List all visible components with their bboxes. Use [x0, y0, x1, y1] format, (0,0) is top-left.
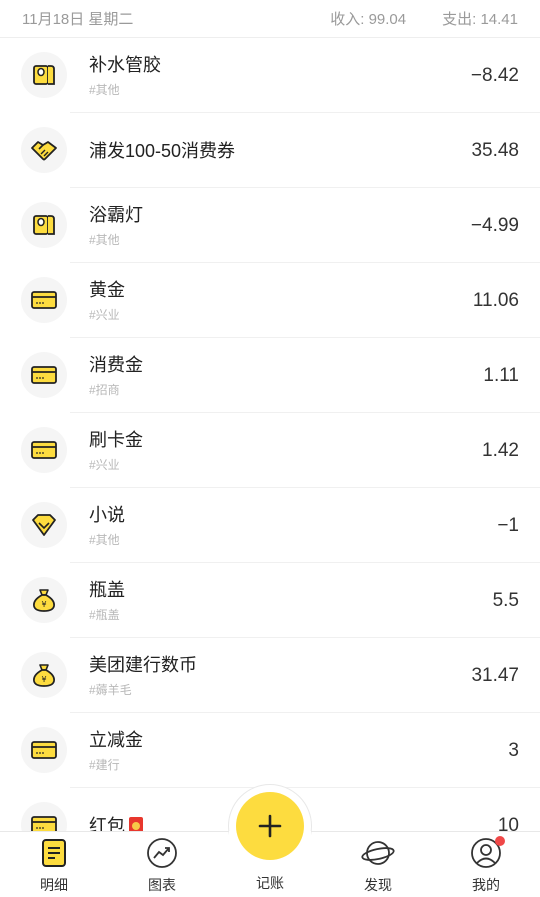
record-row[interactable]: 消费金 #招商 1.11 [0, 338, 540, 413]
record-amount: 11.06 [472, 289, 519, 311]
tab-mine[interactable]: 我的 [432, 832, 540, 897]
record-name: 黄金 [89, 280, 125, 300]
record-amount: 1.11 [483, 364, 519, 386]
expense-label: 支出: [442, 11, 477, 28]
card-icon [21, 352, 67, 398]
card-icon [21, 277, 67, 323]
tab-charts[interactable]: 图表 [108, 832, 216, 897]
record-row[interactable]: 浴霸灯 #其他 −4.99 [0, 188, 540, 263]
record-row[interactable]: ¥ 美团建行数币 #薅羊毛 31.47 [0, 638, 540, 713]
record-amount: 35.48 [471, 139, 519, 161]
expense-summary: 支出: 14.41 [442, 8, 518, 29]
record-name: 立减金 [89, 730, 143, 750]
toilet-paper-icon [21, 52, 67, 98]
document-list-icon [37, 836, 71, 870]
record-name: 刷卡金 [89, 430, 143, 450]
record-tag: #兴业 [89, 458, 120, 472]
notification-dot [495, 836, 505, 846]
tab-label: 我的 [472, 877, 500, 893]
record-name: 瓶盖 [89, 580, 125, 600]
add-record-button[interactable] [236, 792, 304, 860]
record-name: 美团建行数币 [89, 655, 197, 675]
toilet-paper-icon [21, 202, 67, 248]
handshake-icon [21, 127, 67, 173]
record-name: 浴霸灯 [89, 205, 143, 225]
record-amount: 3 [508, 739, 519, 761]
money-bag-icon: ¥ [21, 577, 67, 623]
record-row[interactable]: ¥ 瓶盖 #瓶盖 5.5 [0, 563, 540, 638]
record-tag: #其他 [89, 533, 120, 547]
record-list: 补水管胶 #其他 −8.42 浦发100-50消费券 35.48 浴霸灯 #其他… [0, 38, 540, 863]
record-amount: −4.99 [470, 214, 519, 236]
record-name: 小说 [89, 505, 125, 525]
record-tag: #招商 [89, 383, 120, 397]
record-tag: #薅羊毛 [89, 683, 132, 697]
svg-text:¥: ¥ [41, 675, 46, 684]
record-name: 补水管胶 [89, 55, 161, 75]
tab-details[interactable]: 明细 [0, 832, 108, 897]
date-label: 11月18日 星期二 [22, 11, 134, 28]
record-amount: −8.42 [470, 64, 519, 86]
svg-text:¥: ¥ [41, 600, 46, 609]
add-record-label: 记账 [256, 875, 284, 891]
record-name: 消费金 [89, 355, 143, 375]
tab-discover[interactable]: 发现 [324, 832, 432, 897]
record-amount: 5.5 [492, 589, 519, 611]
record-tag: #其他 [89, 83, 120, 97]
diamond-icon [21, 502, 67, 548]
tab-label: 图表 [148, 877, 176, 893]
card-icon [21, 427, 67, 473]
record-row[interactable]: 补水管胶 #其他 −8.42 [0, 38, 540, 113]
tab-label: 发现 [364, 877, 392, 893]
plus-icon [258, 814, 282, 838]
record-row[interactable]: 刷卡金 #兴业 1.42 [0, 413, 540, 488]
record-amount: −1 [497, 514, 519, 536]
income-value: 99.04 [368, 11, 407, 28]
day-summary-header: 11月18日 星期二 收入: 99.04 支出: 14.41 [0, 0, 540, 38]
record-row[interactable]: 小说 #其他 −1 [0, 488, 540, 563]
income-summary: 收入: 99.04 [330, 8, 406, 29]
card-icon [21, 727, 67, 773]
record-tag: #瓶盖 [89, 608, 120, 622]
expense-value: 14.41 [480, 11, 518, 28]
planet-icon [361, 836, 395, 870]
record-amount: 31.47 [471, 664, 519, 686]
tab-label: 明细 [40, 877, 68, 893]
money-bag-icon: ¥ [21, 652, 67, 698]
record-row[interactable]: 黄金 #兴业 11.06 [0, 263, 540, 338]
income-label: 收入: [330, 11, 365, 28]
record-row[interactable]: 立减金 #建行 3 [0, 713, 540, 788]
record-name: 浦发100-50消费券 [89, 140, 236, 161]
record-tag: #其他 [89, 233, 120, 247]
record-row[interactable]: 浦发100-50消费券 35.48 [0, 113, 540, 188]
user-profile-icon [469, 836, 505, 870]
record-tag: #兴业 [89, 308, 120, 322]
record-amount: 1.42 [482, 439, 519, 461]
trend-chart-icon [145, 836, 179, 870]
record-tag: #建行 [89, 758, 120, 772]
